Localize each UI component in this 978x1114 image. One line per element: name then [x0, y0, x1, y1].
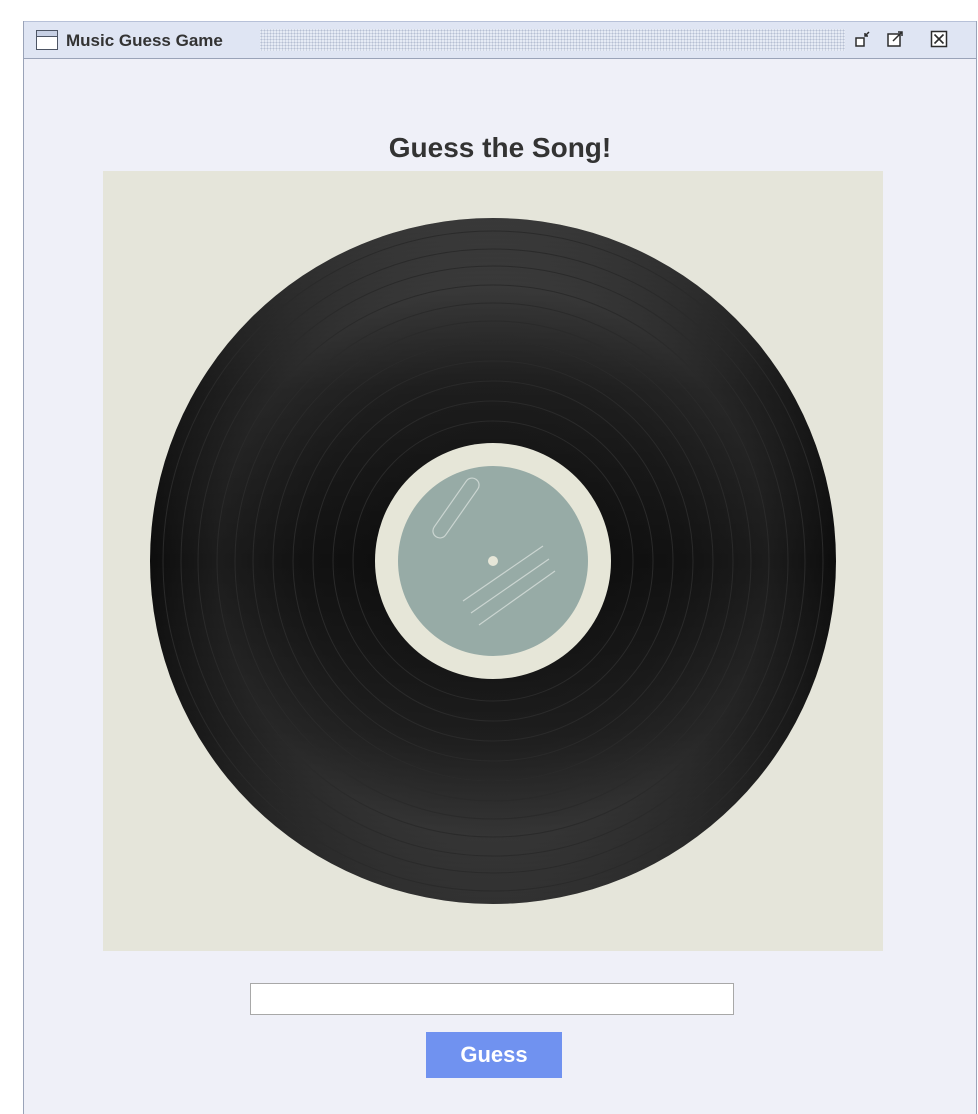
restore-icon[interactable]: [854, 30, 872, 48]
close-icon[interactable]: [930, 30, 948, 48]
title-bar-grip[interactable]: [260, 29, 845, 51]
page-title: Guess the Song!: [388, 132, 612, 163]
guess-button[interactable]: Guess: [426, 1032, 562, 1078]
app-window-icon: [36, 30, 58, 50]
vinyl-record-image: [103, 171, 883, 951]
app-window: Music Guess Game Guess the Song! Guess: [23, 21, 977, 1114]
title-bar[interactable]: Music Guess Game: [24, 21, 976, 59]
maximize-icon[interactable]: [886, 30, 904, 48]
main-content: Guess the Song! Guess: [24, 59, 976, 1114]
window-title: Music Guess Game: [66, 31, 223, 50]
guess-input[interactable]: [250, 983, 734, 1015]
